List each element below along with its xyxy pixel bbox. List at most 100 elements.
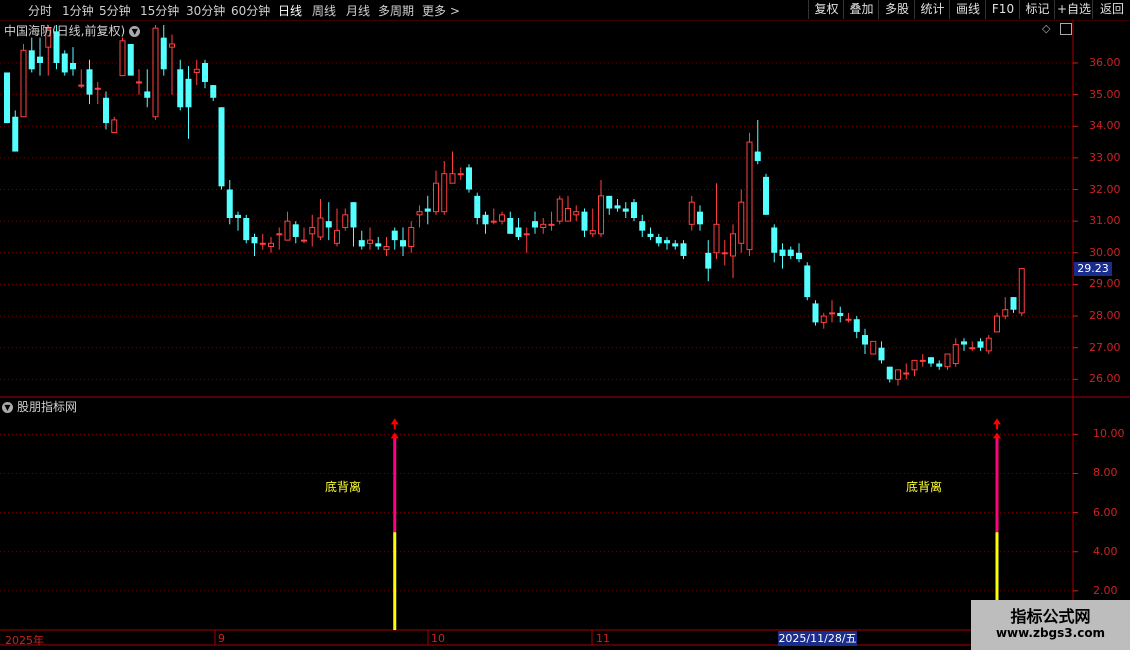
- main-panel-title[interactable]: 中国海防(日线,前复权) ▼: [4, 22, 141, 39]
- current-price-tag: 29.23: [1074, 262, 1112, 276]
- candle-body: [325, 221, 332, 228]
- candle-body: [664, 240, 670, 244]
- candle-body: [466, 167, 472, 190]
- candle-body: [28, 50, 35, 70]
- candle-body: [647, 233, 654, 237]
- candle-body: [977, 341, 984, 348]
- indicator-axis-label: 8.00: [1093, 466, 1118, 480]
- candle-body: [672, 243, 679, 247]
- candle-body: [367, 239, 373, 244]
- candle-body: [424, 208, 431, 212]
- candle-body: [919, 359, 926, 362]
- candle-body: [111, 119, 118, 134]
- candle-body: [309, 226, 316, 235]
- indicator-axis-label: 6.00: [1093, 505, 1118, 519]
- candle-body: [721, 252, 728, 255]
- candle-body: [878, 347, 885, 361]
- price-axis-label: 26.00: [1089, 372, 1121, 386]
- price-axis-label: 27.00: [1089, 340, 1121, 354]
- candle-body: [705, 252, 712, 269]
- candle-body: [779, 249, 786, 256]
- candle-body: [523, 233, 530, 236]
- candle-body: [936, 363, 943, 367]
- candle-body: [127, 43, 134, 76]
- candle-body: [771, 227, 778, 253]
- cursor-date: 2025/11/28/五: [778, 631, 857, 646]
- candle-body: [342, 214, 349, 228]
- candle-body: [292, 224, 299, 237]
- arrow-up-icon: [390, 432, 399, 439]
- candle-body: [837, 312, 844, 317]
- candle-body: [738, 201, 745, 244]
- candle-body: [375, 243, 382, 247]
- candle-body: [268, 242, 274, 247]
- price-axis-label: 36.00: [1089, 55, 1121, 69]
- candle-body: [383, 245, 390, 251]
- candle-body: [1018, 268, 1025, 314]
- candle-body: [862, 335, 868, 345]
- chevron-down-icon[interactable]: ▼: [2, 402, 13, 413]
- indicator-panel-title[interactable]: ▼ 股朋指标网: [2, 398, 77, 415]
- candle-body: [895, 369, 901, 380]
- candle-body: [210, 85, 217, 98]
- candle-body: [61, 53, 68, 73]
- candle-body: [490, 220, 497, 223]
- candle-body: [548, 223, 555, 226]
- candle-body: [202, 62, 208, 82]
- window-toggle-icon[interactable]: [1060, 23, 1072, 35]
- indicator-axis-label: 10.00: [1093, 427, 1125, 441]
- candle-body: [631, 202, 637, 218]
- candle-body: [829, 312, 835, 315]
- candle-body: [160, 37, 167, 70]
- candle-body: [12, 116, 19, 152]
- candle-body: [177, 69, 184, 108]
- candle-body: [515, 227, 522, 237]
- price-axis-label: 28.00: [1089, 309, 1121, 323]
- candle-body: [37, 56, 43, 63]
- price-axis-label: 33.00: [1089, 150, 1121, 164]
- candle-body: [812, 303, 819, 323]
- diamond-icon[interactable]: ◇: [1042, 22, 1050, 35]
- candle-body: [754, 151, 761, 162]
- candle-body: [581, 211, 588, 231]
- candle-body: [845, 318, 852, 321]
- candle-body: [763, 176, 769, 215]
- candle-body: [928, 357, 934, 364]
- watermark-title: 指标公式网: [1010, 607, 1091, 626]
- candle-body: [152, 27, 159, 118]
- candle-body: [301, 239, 307, 242]
- price-axis-label: 32.00: [1089, 182, 1121, 196]
- candle-body: [713, 223, 720, 254]
- candle-body: [449, 173, 456, 184]
- date-label: 10: [431, 632, 445, 645]
- candle-body: [622, 208, 629, 212]
- date-label: 2025年: [5, 634, 44, 647]
- candle-body: [243, 217, 250, 241]
- candle-body: [251, 236, 258, 244]
- candle-body: [639, 221, 646, 231]
- candle-body: [350, 202, 357, 228]
- candle-body: [853, 319, 860, 332]
- candle-body: [532, 221, 538, 228]
- candle-body: [944, 353, 951, 368]
- candle-body: [606, 195, 613, 209]
- candle-body: [903, 372, 910, 375]
- candle-body: [4, 72, 10, 124]
- arrow-up-icon: [993, 418, 1001, 425]
- candle-body: [985, 337, 992, 352]
- candle-body: [400, 240, 406, 247]
- candle-body: [185, 78, 192, 108]
- candle-body: [507, 217, 514, 234]
- candle-body: [218, 107, 225, 187]
- candle-body: [144, 91, 151, 98]
- chevron-down-icon[interactable]: ▼: [129, 26, 141, 37]
- date-label: 11: [596, 632, 610, 645]
- candle-body: [86, 69, 93, 95]
- candle-body: [688, 201, 695, 225]
- indicator-axis-label: 4.00: [1093, 544, 1118, 558]
- arrow-up-icon: [390, 418, 399, 425]
- price-axis-label: 30.00: [1089, 245, 1121, 259]
- signal-label: 底背离: [325, 480, 362, 494]
- indicator-axis-label: 2.00: [1093, 583, 1118, 597]
- candle-body: [614, 205, 621, 209]
